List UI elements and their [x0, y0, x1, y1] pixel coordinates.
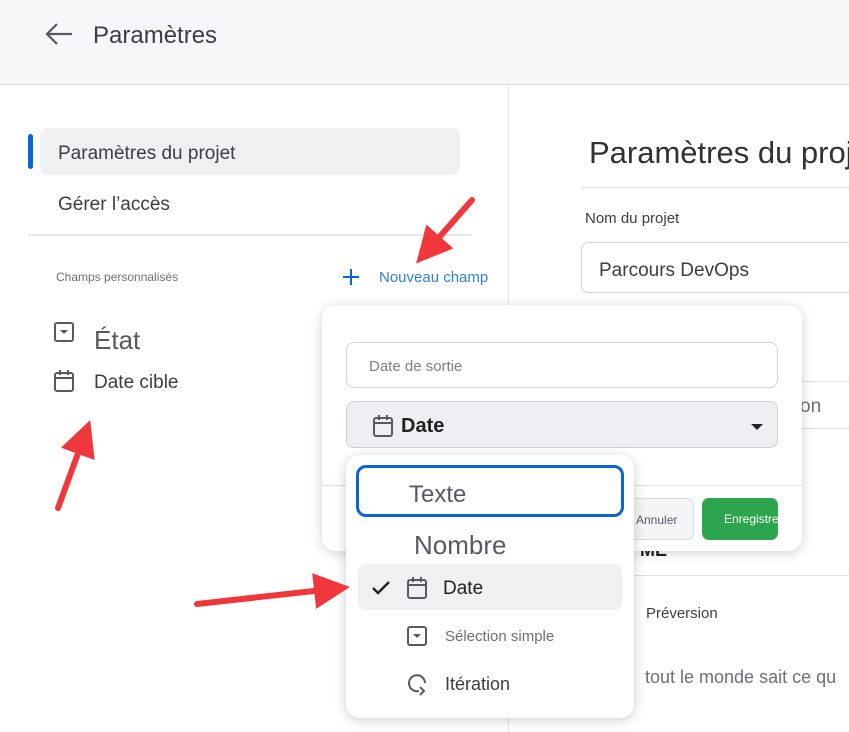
calendar-icon — [54, 370, 74, 392]
menu-option-date[interactable] — [358, 564, 622, 610]
project-name-label: Nom du projet — [585, 210, 680, 227]
caret-down-icon — [751, 424, 763, 430]
field-name-placeholder: Date de sortie — [369, 358, 463, 375]
page-title: Paramètres — [93, 22, 218, 49]
header: Paramètres — [0, 0, 849, 85]
save-label: Enregistrer — [724, 512, 778, 526]
project-name-value: Parcours DevOps — [599, 260, 749, 281]
iteration-icon — [408, 674, 426, 696]
field-type-value: Date — [401, 415, 445, 437]
option-label: Texte — [409, 481, 467, 508]
field-item-target-date[interactable]: Date cible — [94, 372, 179, 394]
divider — [581, 187, 849, 188]
divider — [28, 234, 472, 236]
save-button[interactable]: Enregistrer — [702, 498, 778, 540]
sidebar-item-label: Paramètres du projet — [58, 143, 236, 164]
check-icon — [372, 581, 390, 595]
menu-option-text[interactable] — [356, 465, 624, 517]
plus-icon[interactable] — [342, 268, 360, 286]
main-title: Paramètres du proj — [589, 135, 849, 170]
calendar-icon — [373, 415, 393, 437]
calendar-icon — [407, 577, 427, 599]
arrow-left-icon[interactable] — [44, 22, 74, 46]
sidebar-item-manage-access[interactable]: Gérer l’accès — [58, 194, 170, 216]
single-select-icon — [54, 322, 74, 342]
cancel-label: Annuler — [636, 513, 678, 527]
field-item-state[interactable]: État — [94, 325, 140, 356]
menu-option-number[interactable]: Nombre — [414, 530, 506, 561]
active-indicator — [28, 134, 33, 169]
background-text: tout le monde sait ce qu — [645, 667, 837, 687]
preview-tab[interactable]: Préversion — [646, 605, 718, 622]
new-field-button[interactable]: Nouveau champ — [379, 269, 488, 286]
menu-option-single-select[interactable]: Sélection simple — [445, 628, 554, 645]
divider — [634, 575, 849, 576]
menu-option-iteration[interactable]: Itération — [445, 674, 510, 695]
option-label: Date — [443, 578, 484, 599]
custom-fields-label: Champs personnalisés — [56, 270, 179, 284]
background-text: on — [800, 396, 822, 417]
single-select-icon — [407, 626, 427, 646]
